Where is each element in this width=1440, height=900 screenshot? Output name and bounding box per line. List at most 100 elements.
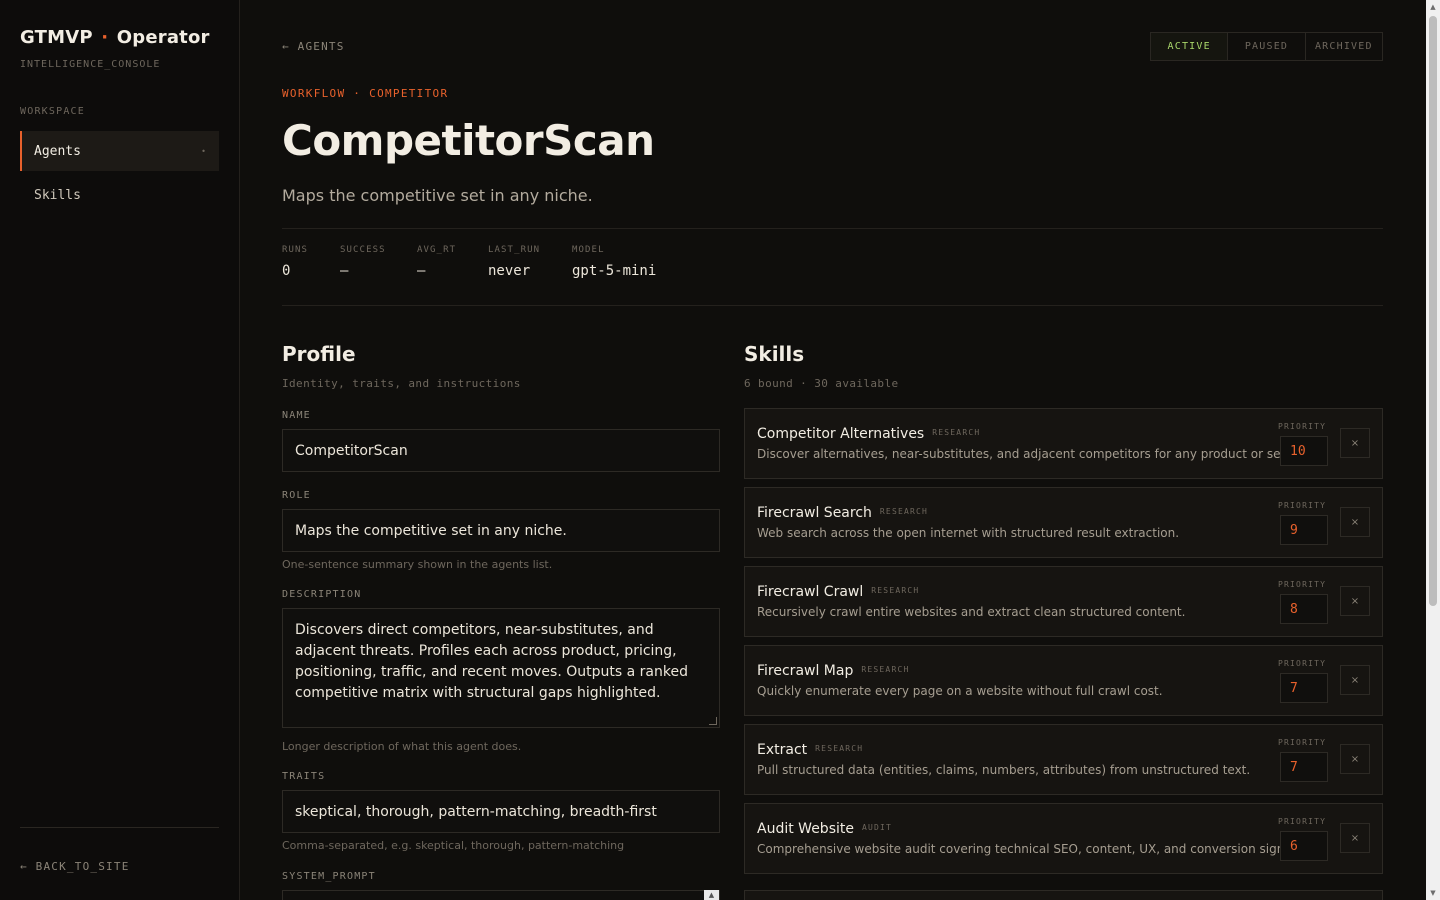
remove-skill-button[interactable]: × [1340,665,1370,695]
skill-card[interactable]: Audit Website AUDIT Comprehensive website… [744,803,1383,874]
skill-tag: RESEARCH [861,665,910,674]
skill-name: Extract [757,742,808,758]
stat-label: MODEL [572,245,605,255]
skill-tag: RESEARCH [871,586,920,595]
stat-label: RUNS [282,245,309,255]
traits-hint: Comma-separated, e.g. skeptical, thoroug… [282,839,625,852]
priority-input[interactable]: 7 [1280,752,1328,782]
sidebar: GTMVP · Operator INTELLIGENCE_CONSOLE WO… [0,0,240,900]
page-scrollbar[interactable]: ▲ ▼ [1426,0,1440,900]
profile-section-title: Profile [282,342,356,366]
priority-label: PRIORITY [1278,659,1327,668]
stat-last-run: LAST_RUN never [488,245,540,279]
back-to-site-link[interactable]: ← BACK_TO_SITE [20,860,130,873]
stat-value: never [488,263,531,279]
scroll-down-arrow-icon[interactable]: ▼ [1426,886,1440,900]
stat-value: gpt-5-mini [572,263,657,279]
skill-tag: RESEARCH [815,744,864,753]
priority-label: PRIORITY [1278,422,1327,431]
system-prompt-label: SYSTEM_PROMPT [282,871,376,882]
status-archived-button[interactable]: ARCHIVED [1306,33,1382,60]
skill-name: Firecrawl Crawl [757,584,864,600]
skill-tag: RESEARCH [932,428,981,437]
page-title: CompetitorScan [282,116,655,165]
skill-card[interactable] [744,890,1383,900]
system-prompt-textarea[interactable] [282,890,720,900]
divider [282,228,1383,229]
remove-skill-button[interactable]: × [1340,507,1370,537]
traits-input[interactable]: skeptical, thorough, pattern-matching, b… [282,790,720,833]
skill-description: Recursively crawl entire websites and ex… [757,605,1186,619]
description-hint: Longer description of what this agent do… [282,740,522,753]
stat-label: AVG_RT [417,245,457,255]
stat-value: — [417,263,426,279]
skill-name: Competitor Alternatives [757,426,925,442]
priority-label: PRIORITY [1278,580,1327,589]
status-active-button[interactable]: ACTIVE [1151,33,1229,60]
traits-label: TRAITS [282,771,326,782]
skill-name: Audit Website [757,821,854,837]
back-to-agents-link[interactable]: ← AGENTS [282,40,345,53]
scrollbar-thumb[interactable] [1429,16,1437,606]
status-toggle-group: ACTIVE PAUSED ARCHIVED [1150,32,1383,61]
remove-skill-button[interactable]: × [1340,823,1370,853]
priority-input[interactable]: 8 [1280,594,1328,624]
skill-description: Discover alternatives, near-substitutes,… [757,447,1314,461]
remove-skill-button[interactable]: × [1340,428,1370,458]
divider [282,305,1383,306]
description-textarea[interactable]: Discovers direct competitors, near-subst… [282,608,720,728]
remove-skill-button[interactable]: × [1340,744,1370,774]
skill-card[interactable]: Extract RESEARCH Pull structured data (en… [744,724,1383,795]
skill-description: Quickly enumerate every page on a websit… [757,684,1163,698]
sidebar-divider [20,827,219,828]
priority-input[interactable]: 7 [1280,673,1328,703]
skill-tag: AUDIT [861,823,893,832]
priority-label: PRIORITY [1278,817,1327,826]
priority-input[interactable]: 6 [1280,831,1328,861]
active-indicator-dot: • [201,147,206,156]
stat-success: SUCCESS — [340,245,386,279]
main-content: ← AGENTS ACTIVE PAUSED ARCHIVED WORKFLOW… [240,0,1426,900]
priority-label: PRIORITY [1278,738,1327,747]
caret-up-icon: ▲ [708,891,715,899]
skill-description: Comprehensive website audit covering tec… [757,842,1306,856]
skill-card[interactable]: Competitor Alternatives RESEARCH Discover… [744,408,1383,479]
stat-value: 0 [282,263,291,279]
sidebar-item-label: Skills [34,187,81,203]
role-label: ROLE [282,490,311,501]
sidebar-item-label: Agents [34,143,81,159]
stat-avg-rt: AVG_RT — [417,245,456,279]
resize-handle[interactable] [709,717,717,725]
textarea-scroll-up-arrow[interactable]: ▲ [704,890,719,900]
brand-logo[interactable]: GTMVP · Operator [20,27,210,48]
stat-model: MODEL gpt-5-mini [572,245,656,279]
stat-value: — [340,263,349,279]
role-input[interactable]: Maps the competitive set in any niche. [282,509,720,552]
name-label: NAME [282,410,311,421]
priority-input[interactable]: 10 [1280,436,1328,466]
scroll-up-arrow-icon[interactable]: ▲ [1426,0,1440,14]
remove-skill-button[interactable]: × [1340,586,1370,616]
skill-card[interactable]: Firecrawl Map RESEARCH Quickly enumerate … [744,645,1383,716]
sidebar-item-skills[interactable]: Skills [20,175,219,215]
workspace-label: WORKSPACE [20,106,85,117]
stat-label: LAST_RUN [488,245,541,255]
skill-name: Firecrawl Search [757,505,872,521]
sidebar-item-agents[interactable]: Agents • [20,131,219,171]
profile-section-subtitle: Identity, traits, and instructions [282,377,521,390]
name-input[interactable]: CompetitorScan [282,429,720,472]
status-paused-button[interactable]: PAUSED [1228,33,1306,60]
role-hint: One-sentence summary shown in the agents… [282,558,553,571]
page-subtitle: Maps the competitive set in any niche. [282,186,593,205]
brand-name: GTMVP [20,27,93,48]
stat-runs: RUNS 0 [282,245,308,279]
priority-input[interactable]: 9 [1280,515,1328,545]
skill-card[interactable]: Firecrawl Search RESEARCH Web search acro… [744,487,1383,558]
skill-tag: RESEARCH [879,507,929,516]
skill-card[interactable]: Firecrawl Crawl RESEARCH Recursively craw… [744,566,1383,637]
description-label: DESCRIPTION [282,589,362,600]
brand-separator: · [101,27,109,48]
description-text: Discovers direct competitors, near-subst… [295,622,688,701]
skill-name: Firecrawl Map [757,663,854,679]
skills-section-subtitle: 6 bound · 30 available [744,377,899,390]
